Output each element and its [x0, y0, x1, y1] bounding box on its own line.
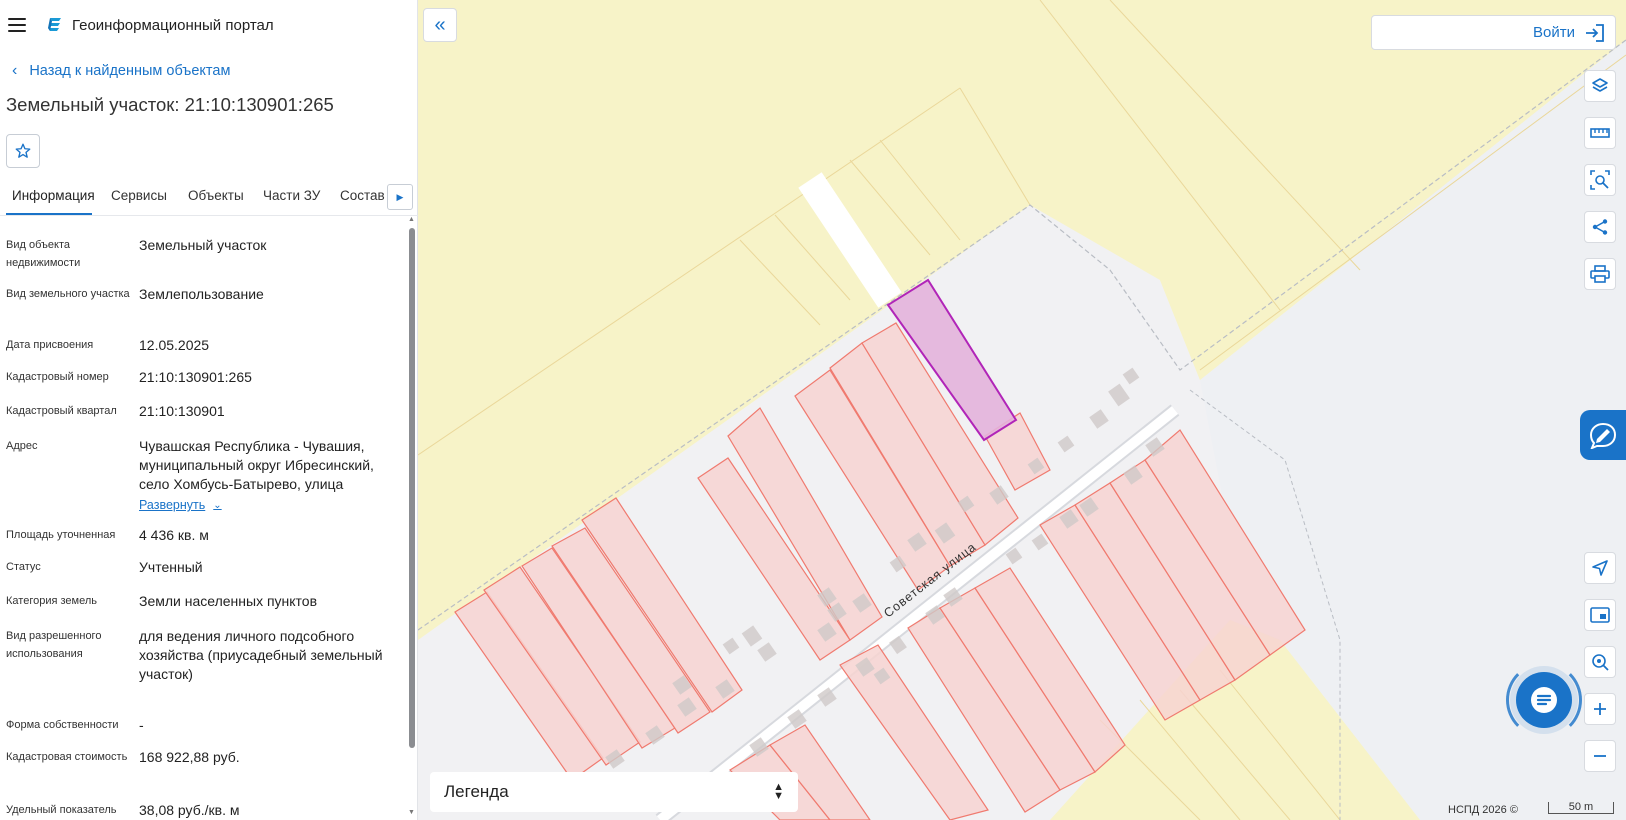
zoom-out-icon: [1594, 755, 1606, 757]
address-text: Чувашская Республика - Чувашия, муниципа…: [139, 438, 374, 492]
info-label: Категория земель: [6, 595, 97, 607]
portal-logo-icon: [48, 18, 61, 31]
info-label: Удельный показатель: [6, 804, 117, 816]
feedback-side-button[interactable]: [1580, 410, 1626, 460]
share-icon: [1592, 219, 1608, 235]
zoom-in-button[interactable]: [1584, 693, 1616, 725]
chat-icon: [1531, 687, 1557, 713]
panel-scrollbar[interactable]: ▲ ▼: [407, 214, 417, 820]
scale-bar: 50 m: [1548, 802, 1614, 814]
locate-button[interactable]: [1584, 552, 1616, 584]
star-icon: [15, 143, 31, 158]
tab-objects[interactable]: Объекты: [188, 188, 244, 203]
info-label: Форма собственности: [6, 719, 119, 731]
print-button[interactable]: [1584, 258, 1616, 290]
info-value: -: [139, 717, 144, 733]
chevron-left-icon: ‹: [12, 62, 18, 79]
info-value: Учтенный: [139, 559, 203, 575]
info-value: Земли населенных пунктов: [139, 593, 318, 609]
map-labels: Советская улица: [881, 540, 979, 621]
tab-bar: Информация Сервисы Объекты Части ЗУ Сост…: [0, 180, 418, 216]
layers-icon: [1592, 78, 1608, 92]
chat-button[interactable]: [1516, 672, 1572, 728]
info-label: Кадастровый квартал: [6, 405, 117, 417]
info-value: Земельный участок: [139, 237, 267, 253]
tab-composition[interactable]: Состав: [340, 188, 385, 203]
expand-collapse-icon: ▲ ▼: [773, 781, 784, 802]
zoom-out-button[interactable]: [1584, 740, 1616, 772]
info-value: Землепользование: [139, 286, 264, 302]
login-button[interactable]: Войти: [1371, 15, 1616, 50]
chevron-down-icon: ⌄: [213, 500, 222, 511]
info-label: Вид земельного участка: [6, 288, 130, 300]
collapse-panel-button[interactable]: «: [423, 8, 457, 42]
info-label: Кадастровый номер: [6, 371, 109, 383]
expand-label: Развернуть: [139, 498, 206, 512]
locate-icon: [1592, 560, 1608, 576]
favorite-button[interactable]: [6, 134, 40, 168]
back-to-results-link[interactable]: ‹ Назад к найденным объектам: [12, 62, 417, 80]
tabs-scroll-right-button[interactable]: ▶: [387, 184, 413, 210]
scrollbar-thumb[interactable]: [409, 228, 415, 748]
info-label: Дата присвоения: [6, 339, 94, 351]
object-title: Земельный участок: 21:10:130901:265: [6, 94, 334, 115]
login-icon: [1586, 23, 1604, 42]
share-button[interactable]: [1584, 211, 1616, 243]
info-value: для ведения личного подсобного хозяйства…: [139, 628, 383, 682]
ruler-icon: [1590, 128, 1610, 138]
portal-title: Геоинформационный портал: [72, 16, 274, 34]
geo-search-icon: [1592, 654, 1609, 671]
info-value: 38,08 руб./кв. м: [139, 802, 240, 818]
info-label: Статус: [6, 561, 41, 573]
panel-header: Геоинформационный портал: [0, 0, 417, 50]
area-search-icon: [1590, 170, 1610, 190]
street-label: Советская улица: [881, 540, 979, 621]
active-tab-indicator: [6, 213, 92, 215]
menu-icon[interactable]: [8, 18, 26, 32]
tab-parts[interactable]: Части ЗУ: [263, 188, 320, 203]
zoom-in-icon: [1594, 703, 1606, 715]
info-label: Кадастровая стоимость: [6, 751, 128, 763]
info-label: Адрес: [6, 440, 38, 452]
info-label: Площадь уточненная: [6, 529, 116, 541]
info-value: 4 436 кв. м: [139, 527, 209, 543]
map-canvas[interactable]: Советская улица: [418, 0, 1626, 820]
info-label: Вид разрешенного использования: [6, 630, 102, 660]
double-chevron-left-icon: «: [434, 13, 446, 36]
login-label: Войти: [1533, 24, 1575, 41]
info-panel: Геоинформационный портал ‹ Назад к найде…: [0, 0, 418, 820]
info-value: 168 922,88 руб.: [139, 749, 240, 765]
info-value: 21:10:130901: [139, 403, 225, 419]
info-label: Вид объекта недвижимости: [6, 239, 81, 269]
caret-right-icon: ▶: [396, 191, 404, 202]
layers-button[interactable]: [1584, 70, 1616, 102]
legend-panel[interactable]: Легенда ▲ ▼: [430, 772, 798, 812]
geo-search-button[interactable]: [1584, 646, 1616, 678]
tab-services[interactable]: Сервисы: [111, 188, 167, 203]
tab-information[interactable]: Информация: [12, 188, 95, 203]
minimap-button[interactable]: [1584, 599, 1616, 631]
area-search-button[interactable]: [1584, 164, 1616, 196]
scroll-up-arrow-icon[interactable]: ▲: [408, 216, 415, 223]
back-link-label: Назад к найденным объектам: [29, 63, 231, 79]
info-value: 21:10:130901:265: [139, 369, 252, 385]
minimap-icon: [1590, 607, 1610, 623]
expand-address-link[interactable]: Развернуть ⌄: [139, 496, 222, 515]
scroll-down-arrow-icon[interactable]: ▼: [408, 809, 415, 816]
map-attribution: НСПД 2026 ©: [1448, 804, 1518, 816]
info-value: Чувашская Республика - Чувашия, муниципа…: [139, 437, 404, 515]
print-icon: [1590, 265, 1610, 283]
feedback-icon: [1589, 422, 1617, 449]
legend-title: Легенда: [444, 782, 509, 801]
info-value: 12.05.2025: [139, 337, 210, 353]
ruler-button[interactable]: [1584, 117, 1616, 149]
info-list: Вид объекта недвижимости Земельный участ…: [0, 226, 408, 820]
